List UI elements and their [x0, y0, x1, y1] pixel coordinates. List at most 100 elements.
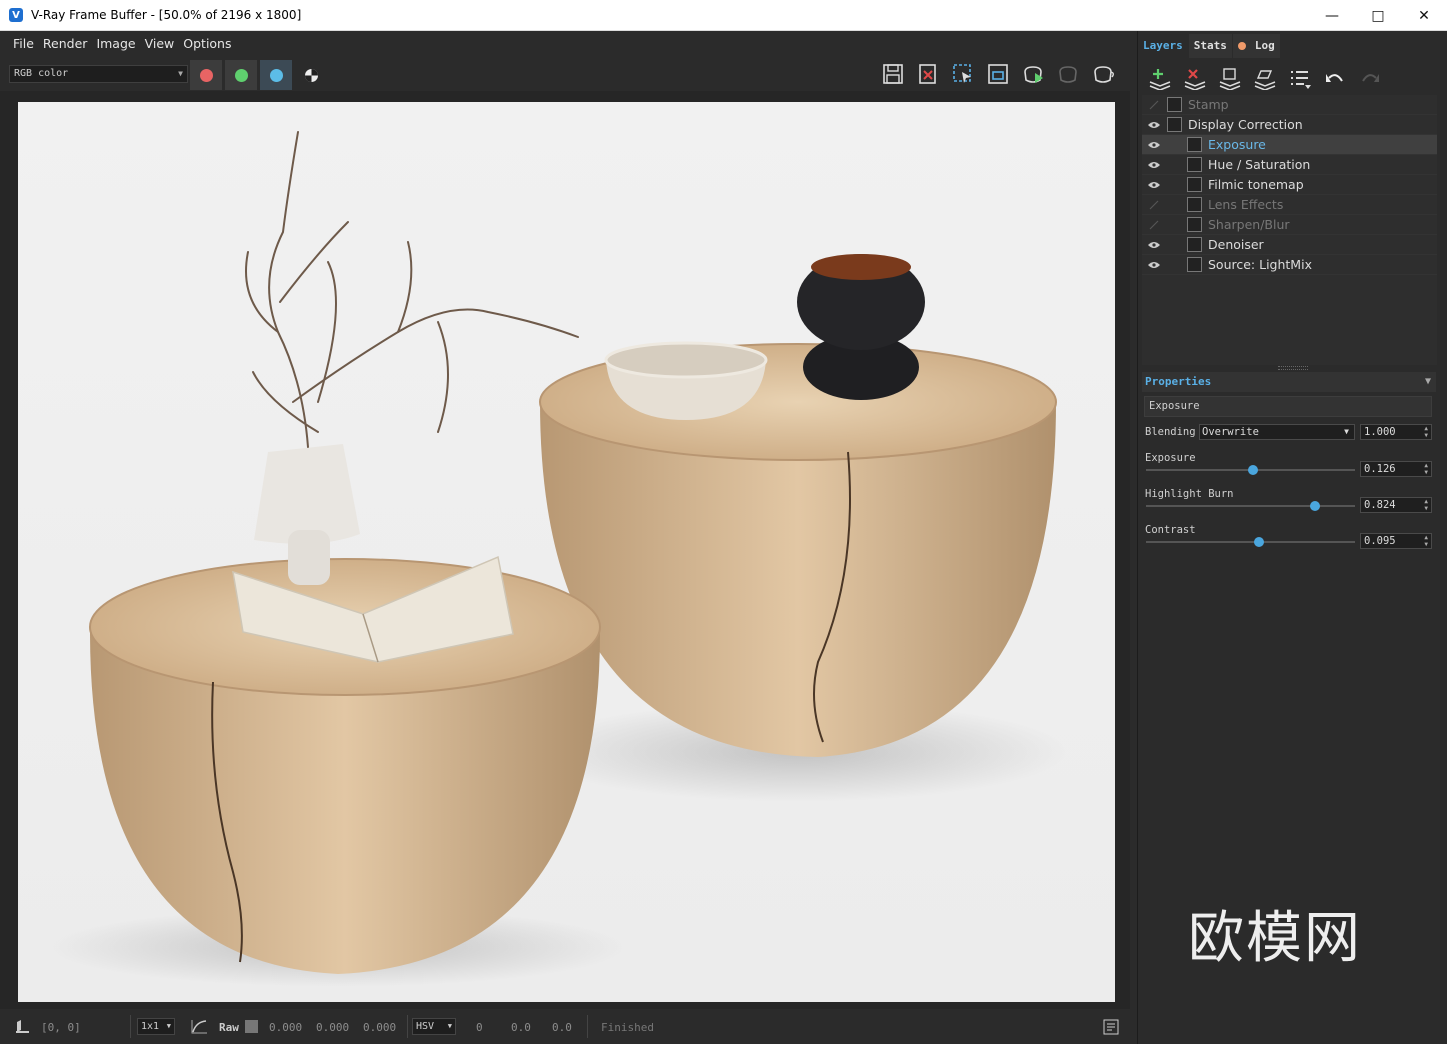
- tab-layers[interactable]: Layers: [1138, 34, 1188, 58]
- layer-row[interactable]: Filmic tonemap: [1142, 175, 1437, 195]
- channel-select[interactable]: RGB color ▼: [9, 65, 188, 83]
- load-layers-button[interactable]: [1247, 64, 1282, 94]
- log-toggle-icon[interactable]: [1103, 1019, 1119, 1035]
- tab-log[interactable]: Log: [1232, 34, 1280, 58]
- layer-name: Source: LightMix: [1208, 257, 1312, 272]
- red-channel-button[interactable]: [190, 60, 222, 90]
- watermark-text: 欧模网: [1188, 906, 1362, 971]
- blending-amount-value: 1.000: [1364, 426, 1396, 438]
- render-button[interactable]: [1085, 61, 1120, 87]
- stop-render-icon: [1058, 66, 1077, 83]
- layer-row[interactable]: Denoiser: [1142, 235, 1437, 255]
- minimize-button[interactable]: —: [1309, 0, 1355, 31]
- green-channel-button[interactable]: [225, 60, 257, 90]
- spinner-arrows-icon: ▲ ▼: [1424, 425, 1428, 439]
- slider-track[interactable]: [1146, 537, 1355, 547]
- close-button[interactable]: ✕: [1401, 0, 1447, 31]
- eye-icon[interactable]: [1147, 158, 1161, 172]
- eye-icon[interactable]: [1147, 118, 1161, 132]
- pick-pixel-icon[interactable]: [15, 1018, 31, 1034]
- layers-toolbar: [1142, 64, 1387, 94]
- red-dot-icon: [199, 68, 213, 82]
- slider-value-spinner[interactable]: 0.095 ▲ ▼: [1360, 533, 1432, 549]
- layer-menu-button[interactable]: [1282, 64, 1317, 94]
- blending-mode-select[interactable]: Overwrite ▼: [1199, 424, 1355, 440]
- layer-row[interactable]: Lens Effects: [1142, 195, 1437, 215]
- slider-value-spinner[interactable]: 0.126 ▲ ▼: [1360, 461, 1432, 477]
- layer-type-icon: [1187, 257, 1202, 272]
- menu-options[interactable]: Options: [183, 36, 231, 51]
- layer-type-icon: [1187, 217, 1202, 232]
- layer-name: Display Correction: [1188, 117, 1303, 132]
- panel-splitter[interactable]: [1278, 366, 1308, 370]
- color-swatch: [245, 1020, 258, 1033]
- properties-header: Properties ▼: [1142, 372, 1436, 392]
- render-interactive-button[interactable]: [1015, 61, 1050, 87]
- menu-file[interactable]: File: [13, 36, 34, 51]
- layer-menu-icon: [1290, 71, 1311, 89]
- layer-type-icon: [1167, 97, 1182, 112]
- zoom-select[interactable]: 1x1 ▼: [137, 1018, 175, 1035]
- color-mode-select[interactable]: HSV ▼: [412, 1018, 456, 1035]
- window-title: V-Ray Frame Buffer - [50.0% of 2196 x 18…: [31, 8, 302, 22]
- layer-name-field[interactable]: Exposure: [1144, 396, 1432, 417]
- layer-type-icon: [1187, 137, 1202, 152]
- eye-hidden-icon[interactable]: [1147, 218, 1161, 232]
- eye-icon[interactable]: [1147, 178, 1161, 192]
- layer-row[interactable]: Display Correction: [1142, 115, 1437, 135]
- blending-mode-value: Overwrite: [1202, 426, 1259, 438]
- stop-render-button[interactable]: [1050, 61, 1085, 87]
- redo-icon: [1361, 74, 1379, 82]
- tab-stats[interactable]: Stats: [1188, 34, 1232, 58]
- menu-image[interactable]: Image: [96, 36, 135, 51]
- channel-select-value: RGB color: [14, 68, 69, 79]
- layer-row[interactable]: Source: LightMix: [1142, 255, 1437, 275]
- undo-button[interactable]: [1317, 64, 1352, 94]
- load-layers-icon: [1254, 70, 1275, 90]
- layer-row[interactable]: Sharpen/Blur: [1142, 215, 1437, 235]
- slider-knob[interactable]: [1310, 501, 1321, 511]
- add-layer-button[interactable]: [1142, 64, 1177, 94]
- slider-track[interactable]: [1146, 465, 1355, 475]
- slider-track[interactable]: [1146, 501, 1355, 511]
- follow-mouse-button[interactable]: [980, 61, 1015, 87]
- eye-icon[interactable]: [1147, 258, 1161, 272]
- slider-value: 0.824: [1364, 499, 1396, 511]
- mono-channel-button[interactable]: [295, 60, 327, 90]
- properties-menu-icon[interactable]: ▼: [1425, 372, 1431, 392]
- slider-knob[interactable]: [1253, 537, 1264, 547]
- layer-row[interactable]: Stamp: [1142, 95, 1437, 115]
- redo-button[interactable]: [1352, 64, 1387, 94]
- slider-knob[interactable]: [1247, 465, 1258, 475]
- curve-icon[interactable]: [190, 1018, 208, 1035]
- eye-icon[interactable]: [1147, 138, 1161, 152]
- minimize-icon: —: [1325, 7, 1339, 24]
- log-alert-icon: [1237, 42, 1246, 50]
- rendered-image[interactable]: [18, 102, 1115, 1002]
- blue-channel-button[interactable]: [260, 60, 292, 90]
- spinner-arrows-icon: ▲ ▼: [1424, 534, 1428, 548]
- render-status: Finished: [601, 1021, 654, 1034]
- layer-type-icon: [1187, 197, 1202, 212]
- blending-amount-spinner[interactable]: 1.000 ▲ ▼: [1360, 424, 1432, 440]
- maximize-button[interactable]: □: [1355, 0, 1401, 31]
- eye-hidden-icon[interactable]: [1147, 198, 1161, 212]
- layer-type-icon: [1167, 117, 1182, 132]
- delete-layer-button[interactable]: [1177, 64, 1212, 94]
- menu-view[interactable]: View: [145, 36, 175, 51]
- save-layers-button[interactable]: [1212, 64, 1247, 94]
- region-render-button[interactable]: [945, 61, 980, 87]
- slider-value-spinner[interactable]: 0.824 ▲ ▼: [1360, 497, 1432, 513]
- eye-icon[interactable]: [1147, 238, 1161, 252]
- add-layer-icon: [1149, 69, 1170, 90]
- save-image-button[interactable]: [875, 61, 910, 87]
- layer-row[interactable]: Exposure: [1142, 135, 1437, 155]
- layer-name: Lens Effects: [1208, 197, 1284, 212]
- menu-render[interactable]: Render: [43, 36, 88, 51]
- layer-type-icon: [1187, 177, 1202, 192]
- eye-hidden-icon[interactable]: [1147, 98, 1161, 112]
- layer-row[interactable]: Hue / Saturation: [1142, 155, 1437, 175]
- clear-image-button[interactable]: [910, 61, 945, 87]
- title-bar: V V-Ray Frame Buffer - [50.0% of 2196 x …: [0, 0, 1447, 31]
- vray-app-icon: V: [9, 8, 23, 22]
